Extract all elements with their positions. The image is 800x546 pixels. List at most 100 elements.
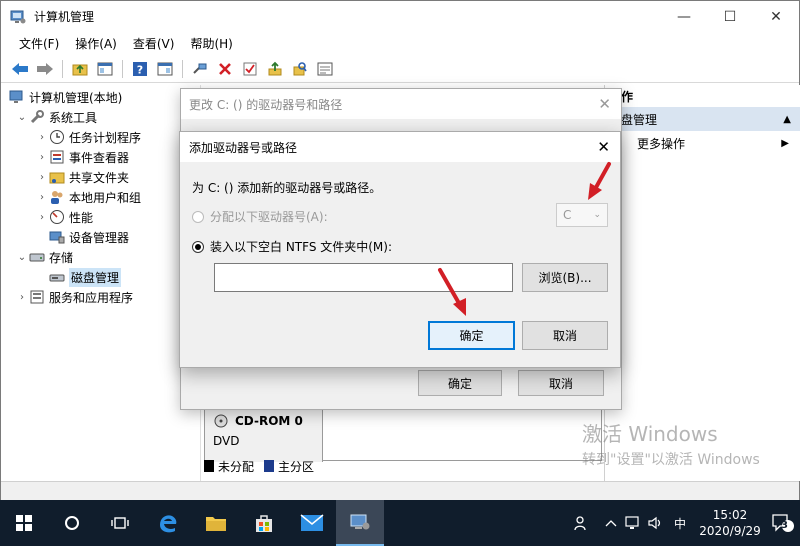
back-ok-button[interactable]: 确定 <box>418 370 502 396</box>
more-actions-item[interactable]: 更多操作 ▶ <box>605 131 800 155</box>
menu-bar: 文件(F) 操作(A) 查看(V) 帮助(H) <box>1 32 799 54</box>
clock[interactable]: 15:02 2020/9/29 <box>694 507 766 539</box>
drive-letter-value: C <box>563 208 572 222</box>
disk-row-cdrom[interactable]: CD-ROM 0 DVD <box>204 409 602 462</box>
close-icon[interactable]: ✕ <box>597 138 610 156</box>
close-button[interactable]: ✕ <box>753 1 799 32</box>
forward-button[interactable] <box>34 58 56 80</box>
menu-help[interactable]: 帮助(H) <box>182 35 240 52</box>
back-cancel-button[interactable]: 取消 <box>518 370 604 396</box>
legend-primary-label: 主分区 <box>278 459 315 474</box>
store-app[interactable] <box>240 500 288 546</box>
chevron-up-icon[interactable] <box>600 518 622 528</box>
chevron-down-icon[interactable]: ⌄ <box>15 112 29 123</box>
start-button[interactable] <box>0 500 48 546</box>
toolbar-separator <box>62 59 63 78</box>
maximize-button[interactable]: ☐ <box>707 1 753 32</box>
disk-type: DVD <box>213 434 240 448</box>
tree-item-label: 设备管理器 <box>69 230 130 245</box>
edge-app[interactable] <box>144 500 192 546</box>
chevron-right-icon[interactable]: › <box>35 172 49 183</box>
notification-center-button[interactable]: 3 <box>766 513 800 533</box>
properties-icon <box>317 62 333 75</box>
tree-item-local-users[interactable]: › 本地用户和组 <box>35 187 141 207</box>
chevron-right-icon[interactable]: › <box>35 152 49 163</box>
file-explorer-app[interactable] <box>192 500 240 546</box>
tree-item-event-viewer[interactable]: › 事件查看器 <box>35 147 129 167</box>
delete-button[interactable] <box>214 58 236 80</box>
actions-section-disk-management[interactable]: 盘管理 ▲ <box>605 107 800 131</box>
chevron-right-icon[interactable]: › <box>35 212 49 223</box>
check-button[interactable] <box>239 58 261 80</box>
tree-item-storage[interactable]: ⌄ 存储 <box>15 247 73 267</box>
system-tray: 中 15:02 2020/9/29 3 <box>570 500 800 546</box>
assign-letter-option[interactable]: 分配以下驱动器号(A): <box>192 208 328 225</box>
help-button[interactable]: ? <box>129 58 151 80</box>
legend-unallocated-label: 未分配 <box>218 459 255 474</box>
show-hide-tree-button[interactable] <box>94 58 116 80</box>
legend-swatch-primary <box>264 460 275 472</box>
close-icon[interactable]: ✕ <box>598 95 611 113</box>
tree-item-services-apps[interactable]: › 服务和应用程序 <box>15 287 133 307</box>
tools-icon <box>30 110 44 124</box>
minimize-button[interactable]: — <box>661 1 707 32</box>
menu-file[interactable]: 文件(F) <box>11 35 67 52</box>
ime-indicator[interactable]: 中 <box>666 515 694 532</box>
people-icon[interactable] <box>570 515 592 531</box>
chevron-right-icon[interactable]: › <box>35 132 49 143</box>
mount-folder-radio[interactable] <box>192 240 204 253</box>
chevron-down-icon: ⌄ <box>593 210 601 220</box>
toolbar-separator <box>122 59 123 78</box>
properties-button[interactable] <box>314 58 336 80</box>
console-tree: 计算机管理(本地) ⌄ 系统工具 › 任务计划程序 › 事件查看器 › 共享文件… <box>1 85 201 481</box>
ok-button[interactable]: 确定 <box>428 321 515 350</box>
window-title: 计算机管理 <box>34 10 95 24</box>
browse-button[interactable]: 浏览(B)... <box>522 263 608 292</box>
assign-letter-radio[interactable] <box>192 210 204 223</box>
watermark-line1: 激活 Windows <box>582 422 718 446</box>
event-log-icon <box>50 150 64 164</box>
tree-item-system-tools[interactable]: ⌄ 系统工具 <box>15 107 97 127</box>
volume-icon[interactable] <box>644 516 666 530</box>
mail-app[interactable] <box>288 500 336 546</box>
cancel-button[interactable]: 取消 <box>522 321 608 350</box>
actions-section-label: 盘管理 <box>621 112 658 127</box>
back-button[interactable] <box>9 58 31 80</box>
menu-view[interactable]: 查看(V) <box>125 35 183 52</box>
computer-management-app[interactable] <box>336 500 384 546</box>
chevron-right-icon[interactable]: › <box>35 192 49 203</box>
menu-action[interactable]: 操作(A) <box>67 35 125 52</box>
chevron-down-icon[interactable]: ⌄ <box>15 252 29 263</box>
collapse-up-icon[interactable]: ▲ <box>783 114 791 125</box>
up-level-button[interactable] <box>69 58 91 80</box>
folder-path-input[interactable] <box>214 263 513 292</box>
search-button[interactable] <box>48 500 96 546</box>
action-pane-button[interactable] <box>154 58 176 80</box>
tree-item-label: 计算机管理(本地) <box>29 90 123 105</box>
back-arrow-icon <box>12 62 28 75</box>
cortana-circle-icon <box>65 516 79 530</box>
checklist-icon <box>243 62 257 75</box>
edge-icon <box>160 515 177 533</box>
delete-x-icon <box>219 62 231 75</box>
connect-button[interactable] <box>189 58 211 80</box>
disk-management-icon <box>49 274 65 282</box>
search-button[interactable] <box>289 58 311 80</box>
task-view-button[interactable] <box>96 500 144 546</box>
tree-item-disk-management[interactable]: 磁盘管理 <box>49 267 122 287</box>
drive-letter-select[interactable]: C ⌄ <box>556 203 608 227</box>
tree-item-root[interactable]: 计算机管理(本地) <box>9 87 122 107</box>
export-button[interactable] <box>264 58 286 80</box>
tree-item-performance[interactable]: › 性能 <box>35 207 93 227</box>
users-icon <box>51 191 63 204</box>
chevron-right-icon[interactable]: › <box>15 292 29 303</box>
tree-item-label: 性能 <box>69 210 94 225</box>
network-icon[interactable] <box>622 516 644 530</box>
tree-item-label: 系统工具 <box>49 110 98 125</box>
add-drive-letter-dialog: 添加驱动器号或路径 ✕ 为 C: () 添加新的驱动器号或路径。 分配以下驱动器… <box>179 131 621 368</box>
tree-item-task-scheduler[interactable]: › 任务计划程序 <box>35 127 141 147</box>
folder-icon <box>206 517 226 531</box>
tree-item-shared-folders[interactable]: › 共享文件夹 <box>35 167 129 187</box>
tree-item-device-manager[interactable]: 设备管理器 <box>49 227 129 247</box>
mount-folder-option[interactable]: 装入以下空白 NTFS 文件夹中(M): <box>192 238 392 255</box>
